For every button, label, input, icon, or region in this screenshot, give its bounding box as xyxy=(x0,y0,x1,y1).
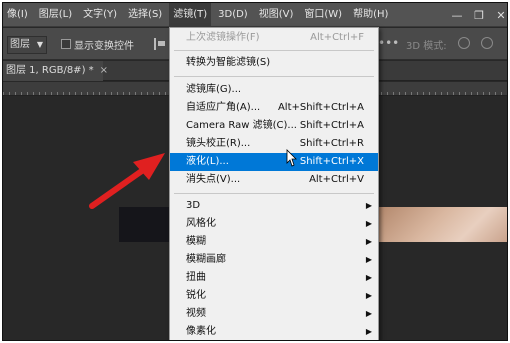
show-transform-label: 显示变换控件 xyxy=(74,41,134,52)
menu-item-label: 风格化 xyxy=(186,218,216,229)
menu-item-shortcut: Shift+Ctrl+R xyxy=(299,138,364,149)
menu-separator xyxy=(174,50,374,51)
show-transform-checkbox[interactable] xyxy=(61,39,71,49)
3d-mode-label: 3D 模式: xyxy=(406,41,447,52)
menu-item-label: 视频 xyxy=(186,308,206,319)
menu-item-shortcut: Shift+Ctrl+A xyxy=(299,120,364,131)
submenu-arrow-icon: ▶ xyxy=(365,273,372,282)
submenu-arrow-icon: ▶ xyxy=(365,219,372,228)
menu-item-3d[interactable]: 3D ▶ xyxy=(170,197,378,215)
photoshop-window: 像(I) 图层(L) 文字(Y) 选择(S) 滤镜(T) 3D(D) 视图(V)… xyxy=(2,2,508,341)
menu-item-label: 扭曲 xyxy=(186,272,206,283)
menu-item-camera-raw[interactable]: Camera Raw 滤镜(C)... Shift+Ctrl+A xyxy=(170,117,378,135)
menu-3d[interactable]: 3D(D) xyxy=(214,3,252,27)
menu-filter[interactable]: 滤镜(T) xyxy=(169,3,212,27)
document-image-photo xyxy=(373,207,507,242)
menu-item-label: 像素化 xyxy=(186,326,216,337)
submenu-arrow-icon: ▶ xyxy=(365,237,372,246)
menu-item-shortcut: Alt+Ctrl+V xyxy=(309,174,364,185)
menu-item-label: 转换为智能滤镜(S) xyxy=(186,57,271,68)
menu-item-label: 自适应广角(A)... xyxy=(186,102,261,113)
menu-item-vanishing-point[interactable]: 消失点(V)... Alt+Ctrl+V xyxy=(170,171,378,189)
menu-item-label: 锐化 xyxy=(186,290,206,301)
menu-view[interactable]: 视图(V) xyxy=(255,3,298,27)
menu-item-label: 消失点(V)... xyxy=(186,174,241,185)
submenu-arrow-icon: ▶ xyxy=(365,291,372,300)
submenu-arrow-icon: ▶ xyxy=(365,327,372,336)
menu-item-shortcut: Shift+Ctrl+X xyxy=(299,156,364,167)
submenu-arrow-icon: ▶ xyxy=(365,309,372,318)
menu-item-adaptive-wide-angle[interactable]: 自适应广角(A)... Alt+Shift+Ctrl+A xyxy=(170,99,378,117)
auto-select-value: 图层 xyxy=(10,39,30,50)
menu-item-last-filter: 上次滤镜操作(F) Alt+Ctrl+F xyxy=(170,29,378,47)
menu-item-stylize[interactable]: 风格化 ▶ xyxy=(170,215,378,233)
menu-item-distort[interactable]: 扭曲 ▶ xyxy=(170,269,378,287)
more-options-icon[interactable]: ••• xyxy=(378,36,399,50)
3d-roll-icon[interactable] xyxy=(481,37,493,49)
menu-image[interactable]: 像(I) xyxy=(3,3,32,27)
close-icon[interactable]: ✕ xyxy=(495,9,507,22)
menu-item-label: 3D xyxy=(186,200,201,211)
menu-item-shortcut: Alt+Ctrl+F xyxy=(310,32,364,43)
menu-item-label: 液化(L)... xyxy=(186,156,229,167)
menu-item-shortcut: Alt+Shift+Ctrl+A xyxy=(277,102,364,113)
filter-menu-dropdown: 上次滤镜操作(F) Alt+Ctrl+F 转换为智能滤镜(S) 滤镜库(G)..… xyxy=(169,27,379,340)
menu-layer[interactable]: 图层(L) xyxy=(35,3,76,27)
menu-item-label: 上次滤镜操作(F) xyxy=(186,32,260,43)
menu-item-label: 模糊 xyxy=(186,236,206,247)
menu-item-convert-smart-filters[interactable]: 转换为智能滤镜(S) xyxy=(170,54,378,72)
menu-separator xyxy=(174,193,374,194)
menu-select[interactable]: 选择(S) xyxy=(124,3,166,27)
document-tab-label: 图层 1, RGB/8#) * xyxy=(6,65,94,76)
menu-item-label: 滤镜库(G)... xyxy=(186,84,242,95)
window-controls: — ❐ ✕ xyxy=(451,3,507,27)
3d-orbit-icon[interactable] xyxy=(458,37,470,49)
submenu-arrow-icon: ▶ xyxy=(365,201,372,210)
minimize-icon[interactable]: — xyxy=(451,9,463,22)
menu-help[interactable]: 帮助(H) xyxy=(349,3,392,27)
menu-item-pixelate[interactable]: 像素化 ▶ xyxy=(170,323,378,340)
submenu-arrow-icon: ▶ xyxy=(365,255,372,264)
menu-item-liquify[interactable]: 液化(L)... Shift+Ctrl+X xyxy=(170,153,378,171)
menu-item-sharpen[interactable]: 锐化 ▶ xyxy=(170,287,378,305)
menu-separator xyxy=(174,76,374,77)
menu-item-filter-gallery[interactable]: 滤镜库(G)... xyxy=(170,81,378,99)
menu-type[interactable]: 文字(Y) xyxy=(79,3,121,27)
restore-icon[interactable]: ❐ xyxy=(473,9,485,22)
document-tab[interactable]: 图层 1, RGB/8#) * × xyxy=(3,61,108,81)
menu-item-blur[interactable]: 模糊 ▶ xyxy=(170,233,378,251)
auto-select-dropdown[interactable]: 图层 ▼ xyxy=(7,36,47,54)
menu-item-label: 镜头校正(R)... xyxy=(186,138,251,149)
menu-item-blur-gallery[interactable]: 模糊画廊 ▶ xyxy=(170,251,378,269)
menu-item-video[interactable]: 视频 ▶ xyxy=(170,305,378,323)
menu-item-label: Camera Raw 滤镜(C)... xyxy=(186,120,297,131)
menu-item-label: 模糊画廊 xyxy=(186,254,226,265)
menu-item-lens-correction[interactable]: 镜头校正(R)... Shift+Ctrl+R xyxy=(170,135,378,153)
menu-bar: 像(I) 图层(L) 文字(Y) 选择(S) 滤镜(T) 3D(D) 视图(V)… xyxy=(3,3,507,27)
chevron-down-icon: ▼ xyxy=(36,40,43,49)
menu-window[interactable]: 窗口(W) xyxy=(300,3,346,27)
close-tab-icon[interactable]: × xyxy=(100,65,108,76)
align-left-icon[interactable] xyxy=(154,38,166,50)
